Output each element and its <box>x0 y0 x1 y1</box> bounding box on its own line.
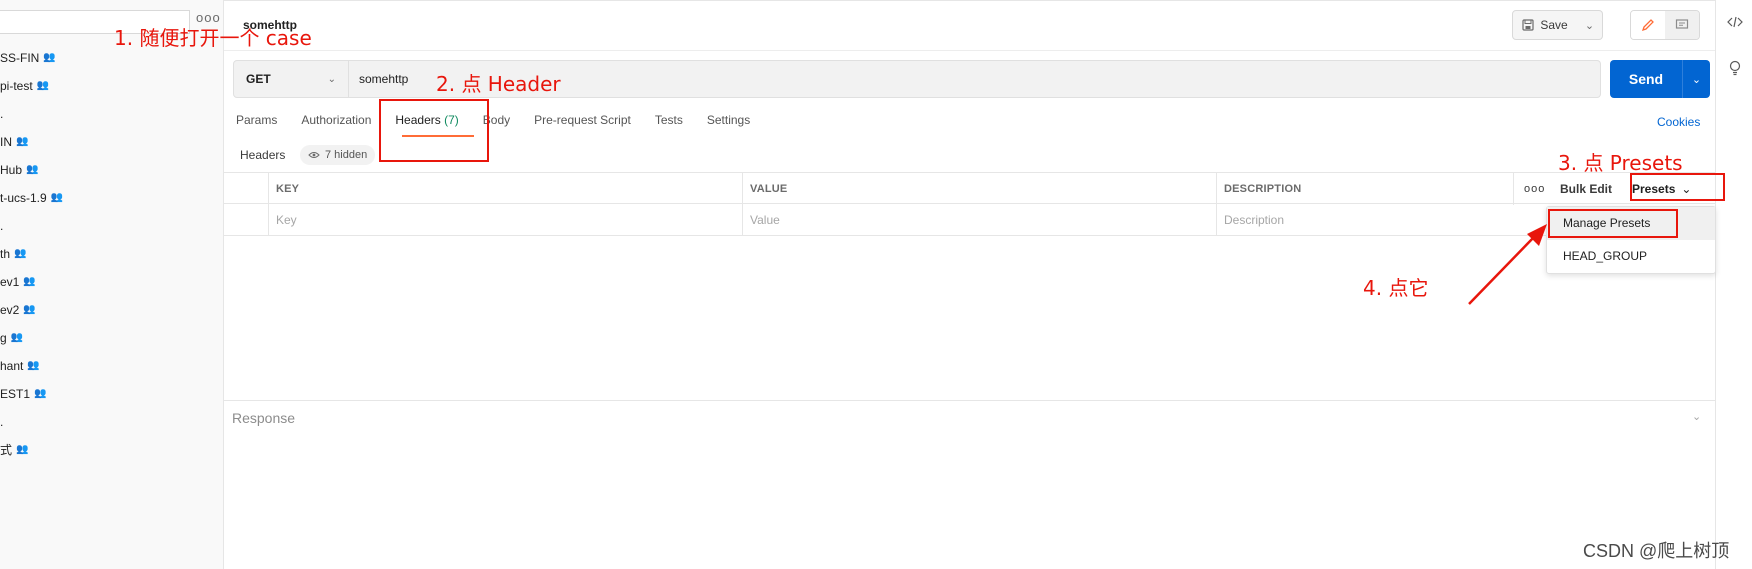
sidebar-item-label: ev1 <box>0 275 20 289</box>
column-header-key: KEY <box>276 183 300 195</box>
column-header-description: DESCRIPTION <box>1224 183 1302 195</box>
column-header-value: VALUE <box>750 183 788 195</box>
method-label: GET <box>246 72 271 86</box>
description-input[interactable]: Description <box>1216 204 1284 236</box>
headers-section-title: Headers <box>240 148 286 162</box>
people-icon: 👥 <box>50 192 64 203</box>
lightbulb-icon[interactable] <box>1726 60 1744 79</box>
sidebar-item-label: . <box>0 219 4 233</box>
edit-mode-button[interactable] <box>1631 11 1665 39</box>
eye-icon <box>308 152 320 158</box>
sidebar-item-label: th <box>0 247 11 261</box>
watermark-text: CSDN @爬上树顶 <box>1583 541 1730 561</box>
annotation-step-1: 1. 随便打开一个 case <box>114 26 312 50</box>
people-icon: 👥 <box>16 444 29 455</box>
chevron-down-icon: ⌄ <box>1584 19 1595 32</box>
annotation-arrow <box>1468 224 1547 305</box>
sidebar-item-label: hant <box>0 359 24 373</box>
sidebar-item-label: EST1 <box>0 387 31 401</box>
top-border <box>224 0 1719 1</box>
tab-pre-request-script[interactable]: Pre-request Script <box>534 113 631 133</box>
view-mode-toggle <box>1630 10 1700 40</box>
sidebar-item[interactable]: th 👥 <box>0 240 223 268</box>
more-options-icon[interactable]: ooo <box>1524 173 1545 205</box>
sidebar-item[interactable]: t-ucs-1.9 👥 <box>0 184 223 212</box>
sidebar-item[interactable]: Hub 👥 <box>0 156 223 184</box>
header-divider <box>224 50 1715 51</box>
people-icon: 👥 <box>14 248 27 259</box>
key-input[interactable]: Key <box>268 204 297 236</box>
sidebar-item[interactable]: . <box>0 100 223 128</box>
save-label: Save <box>1540 18 1568 32</box>
people-icon: 👥 <box>10 332 24 343</box>
url-text: somehttp <box>359 72 409 86</box>
annotation-step-2: 2. 点 Header <box>436 72 561 96</box>
sidebar-item-label: . <box>0 415 4 429</box>
save-dropdown-button[interactable]: ⌄ <box>1577 10 1603 40</box>
tab-authorization[interactable]: Authorization <box>301 113 371 133</box>
sidebar-item[interactable]: ev1 👥 <box>0 268 223 296</box>
code-icon[interactable] <box>1726 15 1744 32</box>
sidebar-item[interactable]: ev2 👥 <box>0 296 223 324</box>
sidebar-item[interactable]: 式 👥 <box>0 436 223 464</box>
sidebar: ooo SS-FIN 👥 pi-test 👥 . IN 👥 Hub 👥 t-ucs-1.… <box>0 0 224 569</box>
comment-icon <box>1675 19 1689 29</box>
request-tabs: Params Authorization Headers (7) Body Pr… <box>236 113 774 133</box>
send-button[interactable]: Send <box>1610 60 1682 98</box>
people-icon: 👥 <box>26 164 39 175</box>
annotation-box-presets <box>1630 173 1725 201</box>
sidebar-item[interactable]: . <box>0 408 223 436</box>
people-icon: 👥 <box>16 136 29 147</box>
people-icon: 👥 <box>36 80 50 91</box>
sidebar-item-label: ev2 <box>0 303 20 317</box>
sidebar-item[interactable]: g 👥 <box>0 324 223 352</box>
sidebar-item-label: 式 <box>0 443 13 457</box>
sidebar-item[interactable]: EST1 👥 <box>0 380 223 408</box>
save-icon <box>1522 19 1534 31</box>
table-header-row: KEY VALUE DESCRIPTION ooo Bulk Edit Pres… <box>224 172 1715 205</box>
sidebar-item-label: t-ucs-1.9 <box>0 191 47 205</box>
people-icon: 👥 <box>43 52 56 63</box>
annotation-box-headers <box>379 99 489 162</box>
value-input[interactable]: Value <box>742 204 780 236</box>
sidebar-item[interactable]: pi-test 👥 <box>0 72 223 100</box>
annotation-step-4: 4. 点它 <box>1363 276 1429 300</box>
sidebar-item[interactable]: IN 👥 <box>0 128 223 156</box>
collection-list: SS-FIN 👥 pi-test 👥 . IN 👥 Hub 👥 t-ucs-1.9 👥 .… <box>0 44 223 464</box>
sidebar-item-label: Hub <box>0 163 23 177</box>
chevron-down-icon: ⌄ <box>327 73 336 85</box>
pencil-icon <box>1641 19 1654 32</box>
response-divider <box>224 400 1715 401</box>
cookies-link[interactable]: Cookies <box>1657 115 1700 129</box>
chevron-down-icon: ⌄ <box>1691 73 1702 86</box>
send-dropdown-button[interactable]: ⌄ <box>1682 60 1710 98</box>
response-section-title[interactable]: Response <box>232 410 295 426</box>
save-button[interactable]: Save <box>1512 10 1578 40</box>
people-icon: 👥 <box>23 276 36 287</box>
sidebar-item-label: . <box>0 107 4 121</box>
sidebar-item[interactable]: . <box>0 212 223 240</box>
tab-tests[interactable]: Tests <box>655 113 683 133</box>
tab-settings[interactable]: Settings <box>707 113 750 133</box>
hidden-headers-toggle[interactable]: 7 hidden <box>300 145 376 165</box>
people-icon: 👥 <box>34 388 47 399</box>
right-rail <box>1715 0 1752 569</box>
comments-mode-button[interactable] <box>1665 11 1699 39</box>
method-select[interactable]: GET ⌄ <box>233 60 349 98</box>
sidebar-item[interactable]: hant 👥 <box>0 352 223 380</box>
postman-window: ooo SS-FIN 👥 pi-test 👥 . IN 👥 Hub 👥 t-ucs-1.… <box>0 0 1752 569</box>
tab-params[interactable]: Params <box>236 113 277 133</box>
chevron-down-icon[interactable]: ⌄ <box>1692 410 1701 423</box>
annotation-box-manage-presets <box>1548 209 1678 238</box>
hidden-headers-label: 7 hidden <box>325 149 368 161</box>
people-icon: 👥 <box>27 360 40 371</box>
sidebar-item-label: IN <box>0 135 12 149</box>
sidebar-item-label: SS-FIN <box>0 51 40 65</box>
people-icon: 👥 <box>23 304 36 315</box>
menu-item-head-group[interactable]: HEAD_GROUP <box>1547 240 1715 273</box>
bulk-edit-button[interactable]: Bulk Edit <box>1560 173 1612 205</box>
annotation-step-3: 3. 点 Presets <box>1558 151 1683 175</box>
sidebar-item-label: pi-test <box>0 79 33 93</box>
sidebar-item-label: g <box>0 331 7 345</box>
